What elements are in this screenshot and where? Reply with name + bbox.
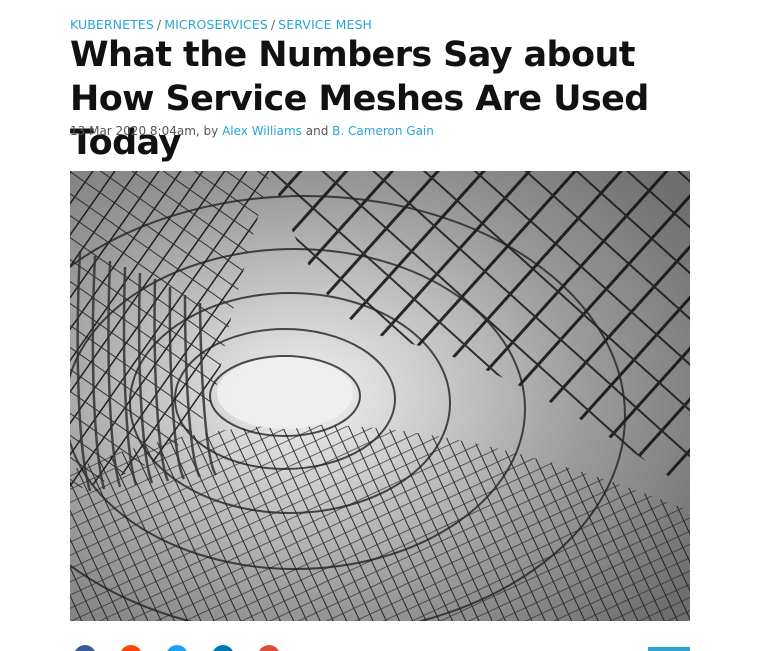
- breadcrumb-separator: /: [270, 17, 276, 32]
- tag-service-mesh[interactable]: SERVICE MESH: [278, 17, 372, 32]
- email-icon[interactable]: [258, 645, 280, 651]
- tag-kubernetes[interactable]: KUBERNETES: [70, 17, 154, 32]
- tag-microservices[interactable]: MICROSERVICES: [164, 17, 268, 32]
- breadcrumb-separator: /: [156, 17, 162, 32]
- publish-date: 13 Mar 2020 8:04am, by: [70, 124, 219, 138]
- facebook-icon[interactable]: [74, 645, 96, 651]
- subscribe-button[interactable]: [648, 647, 690, 651]
- hero-image: [70, 171, 690, 621]
- byline: 13 Mar 2020 8:04am, by Alex Williams and…: [70, 124, 434, 138]
- author-link-alex-williams[interactable]: Alex Williams: [222, 124, 302, 138]
- article-title: What the Numbers Say about How Service M…: [70, 35, 649, 163]
- twitter-icon[interactable]: [166, 645, 188, 651]
- linkedin-icon[interactable]: [212, 645, 234, 651]
- page: KUBERNETES / MICROSERVICES / SERVICE MESH Wh…: [0, 0, 761, 651]
- byline-conjunction: and: [305, 124, 329, 138]
- share-bar: [70, 645, 710, 651]
- author-link-b-cameron-gain[interactable]: B. Cameron Gain: [332, 124, 434, 138]
- breadcrumb: KUBERNETES / MICROSERVICES / SERVICE MESH: [70, 17, 372, 32]
- wire-mesh-tunnel-image: [70, 171, 690, 621]
- reddit-icon[interactable]: [120, 645, 142, 651]
